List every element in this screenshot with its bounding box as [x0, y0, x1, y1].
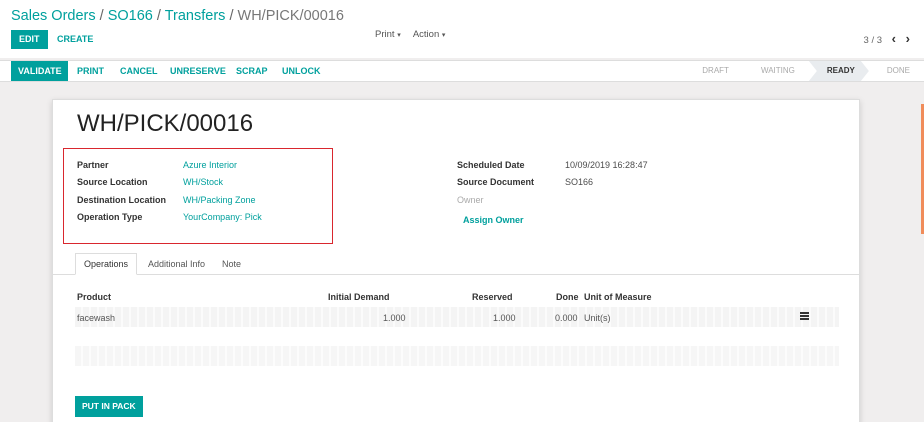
stage-draft: DRAFT: [692, 61, 743, 81]
chevron-right-icon[interactable]: ›: [906, 31, 910, 46]
destination-location-value[interactable]: WH/Packing Zone: [183, 195, 256, 205]
table-empty-row: [75, 346, 839, 366]
breadcrumb-separator: /: [229, 8, 234, 24]
column-done[interactable]: Done: [556, 292, 579, 302]
cell-initial-demand: 1.000: [383, 313, 406, 323]
pager: 3 / 3 ‹ ›: [864, 31, 910, 46]
action-label: Action: [412, 29, 440, 40]
breadcrumb-separator: /: [99, 8, 104, 24]
destination-location-label: Destination Location: [77, 195, 167, 205]
pager-value[interactable]: 3 / 3: [864, 35, 883, 46]
partner-label: Partner: [77, 160, 109, 170]
tab-additional-info[interactable]: Additional Info: [139, 253, 214, 275]
validate-button[interactable]: VALIDATE: [11, 61, 68, 81]
source-location-label: Source Location: [77, 177, 148, 187]
tab-note[interactable]: Note: [213, 253, 250, 275]
edit-button[interactable]: EDIT: [11, 30, 48, 49]
tab-operations[interactable]: Operations: [75, 253, 138, 275]
unreserve-button[interactable]: UNRESERVE: [170, 61, 226, 81]
print-label: Print: [375, 29, 395, 40]
breadcrumb-so166[interactable]: SO166: [108, 8, 153, 24]
table-row[interactable]: [75, 307, 839, 327]
owner-label: Owner: [457, 195, 484, 205]
form-sheet: WH/PICK/00016 Partner Azure Interior Sou…: [52, 99, 860, 422]
breadcrumb-separator: /: [156, 8, 161, 24]
cancel-button[interactable]: CANCEL: [120, 61, 158, 81]
stage-bar: DRAFT WAITING READY DONE: [692, 61, 924, 81]
column-reserved[interactable]: Reserved: [472, 292, 513, 302]
cell-reserved: 1.000: [493, 313, 516, 323]
page-title: WH/PICK/00016: [77, 110, 254, 137]
print-button[interactable]: PRINT: [77, 61, 104, 81]
partner-value[interactable]: Azure Interior: [183, 160, 237, 170]
scrap-button[interactable]: SCRAP: [236, 61, 268, 81]
stage-done: DONE: [869, 61, 924, 81]
unlock-button[interactable]: UNLOCK: [282, 61, 321, 81]
operation-type-label: Operation Type: [77, 212, 143, 222]
cell-done: 0.000: [555, 313, 578, 323]
cell-uom: Unit(s): [584, 313, 611, 323]
breadcrumb-current: WH/PICK/00016: [237, 8, 344, 24]
source-document-value[interactable]: SO166: [565, 177, 593, 187]
caret-down-icon: ▾: [441, 32, 446, 39]
list-icon[interactable]: [800, 312, 809, 320]
column-unit-of-measure[interactable]: Unit of Measure: [584, 292, 652, 302]
sidebar-menu: Print ▾ Action ▾: [375, 29, 455, 40]
put-in-pack-button[interactable]: PUT IN PACK: [75, 396, 143, 417]
column-initial-demand[interactable]: Initial Demand: [328, 292, 390, 302]
scheduled-date-label: Scheduled Date: [457, 160, 525, 170]
scheduled-date-value[interactable]: 10/09/2019 16:28:47: [565, 160, 648, 170]
create-button[interactable]: CREATE: [55, 30, 95, 49]
breadcrumb-sales-orders[interactable]: Sales Orders: [11, 8, 96, 24]
breadcrumb: Sales Orders / SO166 / Transfers / WH/PI…: [11, 8, 344, 24]
caret-down-icon: ▾: [397, 32, 401, 39]
print-dropdown[interactable]: Print ▾: [375, 29, 401, 40]
cell-product: facewash: [77, 313, 116, 323]
chevron-left-icon[interactable]: ‹: [892, 31, 896, 46]
source-document-label: Source Document: [457, 177, 535, 187]
breadcrumb-transfers[interactable]: Transfers: [165, 8, 226, 24]
statusbar: VALIDATE PRINT CANCEL UNRESERVE SCRAP UN…: [0, 60, 924, 82]
action-dropdown[interactable]: Action ▾: [413, 29, 446, 40]
source-location-value[interactable]: WH/Stock: [183, 177, 223, 187]
column-product[interactable]: Product: [77, 292, 111, 302]
operation-type-value[interactable]: YourCompany: Pick: [183, 212, 262, 222]
stage-ready: READY: [809, 61, 869, 81]
stage-waiting: WAITING: [743, 61, 809, 81]
assign-owner-button[interactable]: Assign Owner: [463, 215, 524, 225]
control-panel: Sales Orders / SO166 / Transfers / WH/PI…: [0, 0, 924, 58]
